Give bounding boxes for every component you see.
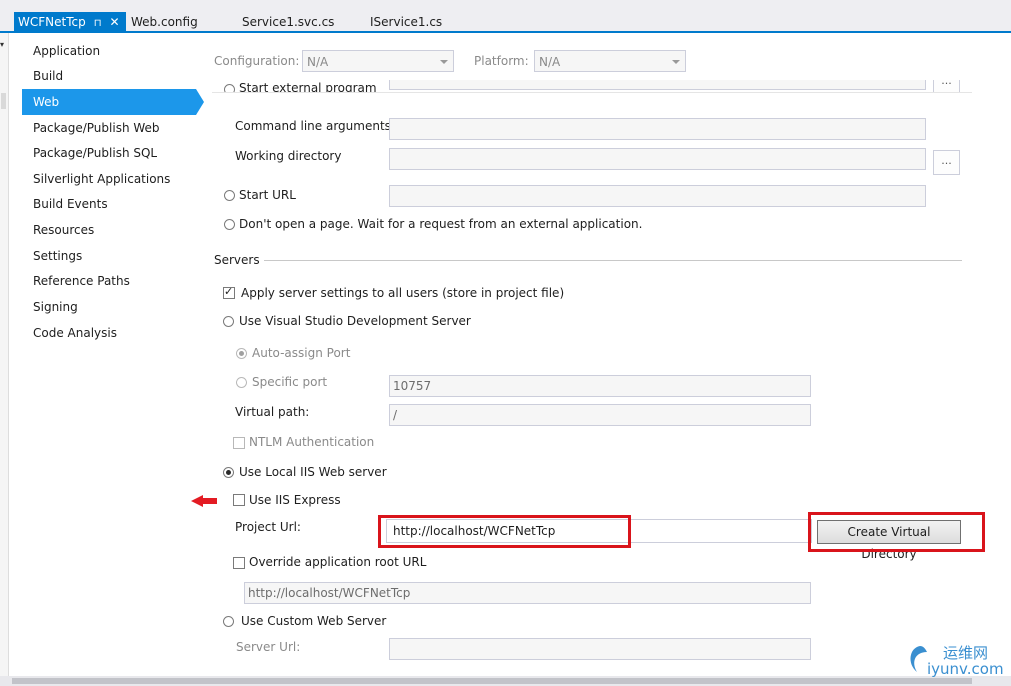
tab-web-config[interactable]: Web.config	[131, 12, 198, 32]
start-url-input[interactable]	[389, 185, 926, 207]
dont-open-page-label: Don't open a page. Wait for a request fr…	[239, 217, 643, 231]
sidebar-item-build[interactable]: Build	[33, 64, 63, 88]
apply-all-users-checkbox[interactable]	[223, 285, 235, 299]
override-root-url-checkbox[interactable]	[233, 557, 245, 569]
configuration-value: N/A	[307, 55, 329, 69]
use-vs-dev-server-radio[interactable]	[223, 316, 234, 327]
tab-label: WCFNetTcp	[18, 15, 86, 29]
ntlm-auth-label: NTLM Authentication	[249, 435, 375, 449]
auto-assign-port-radio[interactable]	[236, 348, 247, 359]
virtual-path-label: Virtual path:	[235, 405, 310, 419]
platform-value: N/A	[539, 55, 561, 69]
auto-assign-port-label: Auto-assign Port	[252, 346, 351, 360]
command-line-args-label: Command line arguments	[235, 119, 391, 133]
configuration-dropdown[interactable]: N/A	[302, 50, 454, 72]
tab-iservice1-cs[interactable]: IService1.cs	[370, 12, 442, 32]
apply-all-users-label: Apply server settings to all users (stor…	[241, 286, 565, 300]
sidebar-item-silverlight-applications[interactable]: Silverlight Applications	[33, 167, 170, 191]
specific-port-input[interactable]: 10757	[389, 375, 811, 397]
configuration-label: Configuration:	[214, 54, 300, 68]
platform-label: Platform:	[474, 54, 529, 68]
gutter-marker	[1, 93, 6, 109]
virtual-path-input[interactable]: /	[389, 404, 811, 426]
sidebar-item-signing[interactable]: Signing	[33, 295, 78, 319]
ntlm-auth-checkbox[interactable]	[233, 437, 245, 449]
use-vs-dev-server-label: Use Visual Studio Development Server	[239, 314, 471, 328]
sidebar-item-package-publish-sql[interactable]: Package/Publish SQL	[33, 141, 157, 165]
external-program-input[interactable]	[389, 80, 926, 90]
red-arrow-icon	[191, 495, 217, 507]
project-url-highlight	[378, 515, 631, 548]
sidebar-item-resources[interactable]: Resources	[33, 218, 94, 242]
scrollbar-thumb[interactable]	[12, 678, 972, 684]
sidebar-item-web[interactable]: Web	[33, 90, 59, 114]
use-iis-express-checkbox[interactable]	[233, 494, 245, 506]
specific-port-label: Specific port	[252, 375, 328, 389]
document-tab-bar: WCFNetTcp ⊓ ✕ Web.config Service1.svc.cs I…	[0, 0, 1011, 33]
chevron-down-icon	[672, 60, 680, 64]
working-directory-input[interactable]	[389, 148, 926, 170]
tab-underline	[0, 31, 1011, 33]
scroll-clip-edge	[212, 92, 972, 93]
tab-wcfnettcp[interactable]: WCFNetTcp ⊓ ✕	[14, 12, 126, 32]
override-root-url-input[interactable]: http://localhost/WCFNetTcp	[244, 582, 811, 604]
sidebar-item-build-events[interactable]: Build Events	[33, 192, 108, 216]
start-external-program-row: Start external program ...	[212, 80, 972, 92]
start-url-radio[interactable]	[224, 190, 235, 201]
left-gutter: ▾	[0, 33, 9, 686]
sidebar-item-package-publish-web[interactable]: Package/Publish Web	[33, 116, 160, 140]
use-custom-server-label: Use Custom Web Server	[241, 614, 387, 628]
close-icon[interactable]: ✕	[110, 15, 120, 29]
working-directory-label: Working directory	[235, 149, 342, 163]
create-vdir-highlight	[808, 512, 985, 552]
horizontal-scrollbar[interactable]	[0, 676, 1011, 686]
use-local-iis-radio[interactable]	[223, 467, 234, 478]
chevron-down-icon[interactable]: ▾	[0, 40, 7, 49]
platform-dropdown[interactable]: N/A	[534, 50, 686, 72]
pin-icon[interactable]: ⊓	[94, 18, 102, 29]
sidebar-item-settings[interactable]: Settings	[33, 244, 82, 268]
specific-port-radio[interactable]	[236, 377, 247, 388]
external-program-browse-button[interactable]: ...	[933, 80, 960, 92]
command-line-args-input[interactable]	[389, 118, 926, 140]
server-url-input[interactable]	[389, 638, 811, 660]
watermark-logo: 运维网 iyunv.com	[905, 640, 1004, 680]
use-iis-express-label: Use IIS Express	[249, 493, 341, 507]
start-external-program-label: Start external program	[239, 81, 377, 92]
working-directory-browse-button[interactable]: ...	[933, 150, 960, 175]
watermark-line2: iyunv.com	[927, 660, 1004, 678]
sidebar-item-application[interactable]: Application	[33, 39, 100, 63]
project-url-label: Project Url:	[235, 520, 301, 534]
override-root-url-label: Override application root URL	[249, 555, 427, 569]
tab-service1-svc-cs[interactable]: Service1.svc.cs	[242, 12, 334, 32]
use-custom-server-radio[interactable]	[223, 616, 234, 627]
start-external-program-radio[interactable]	[224, 84, 235, 92]
use-local-iis-label: Use Local IIS Web server	[239, 465, 387, 479]
sidebar-item-reference-paths[interactable]: Reference Paths	[33, 269, 130, 293]
start-url-label: Start URL	[239, 188, 296, 202]
chevron-down-icon	[440, 60, 448, 64]
servers-heading: Servers	[214, 253, 260, 267]
servers-divider	[264, 260, 962, 261]
sidebar-item-code-analysis[interactable]: Code Analysis	[33, 321, 117, 345]
server-url-label: Server Url:	[236, 640, 301, 654]
dont-open-page-radio[interactable]	[224, 219, 235, 230]
